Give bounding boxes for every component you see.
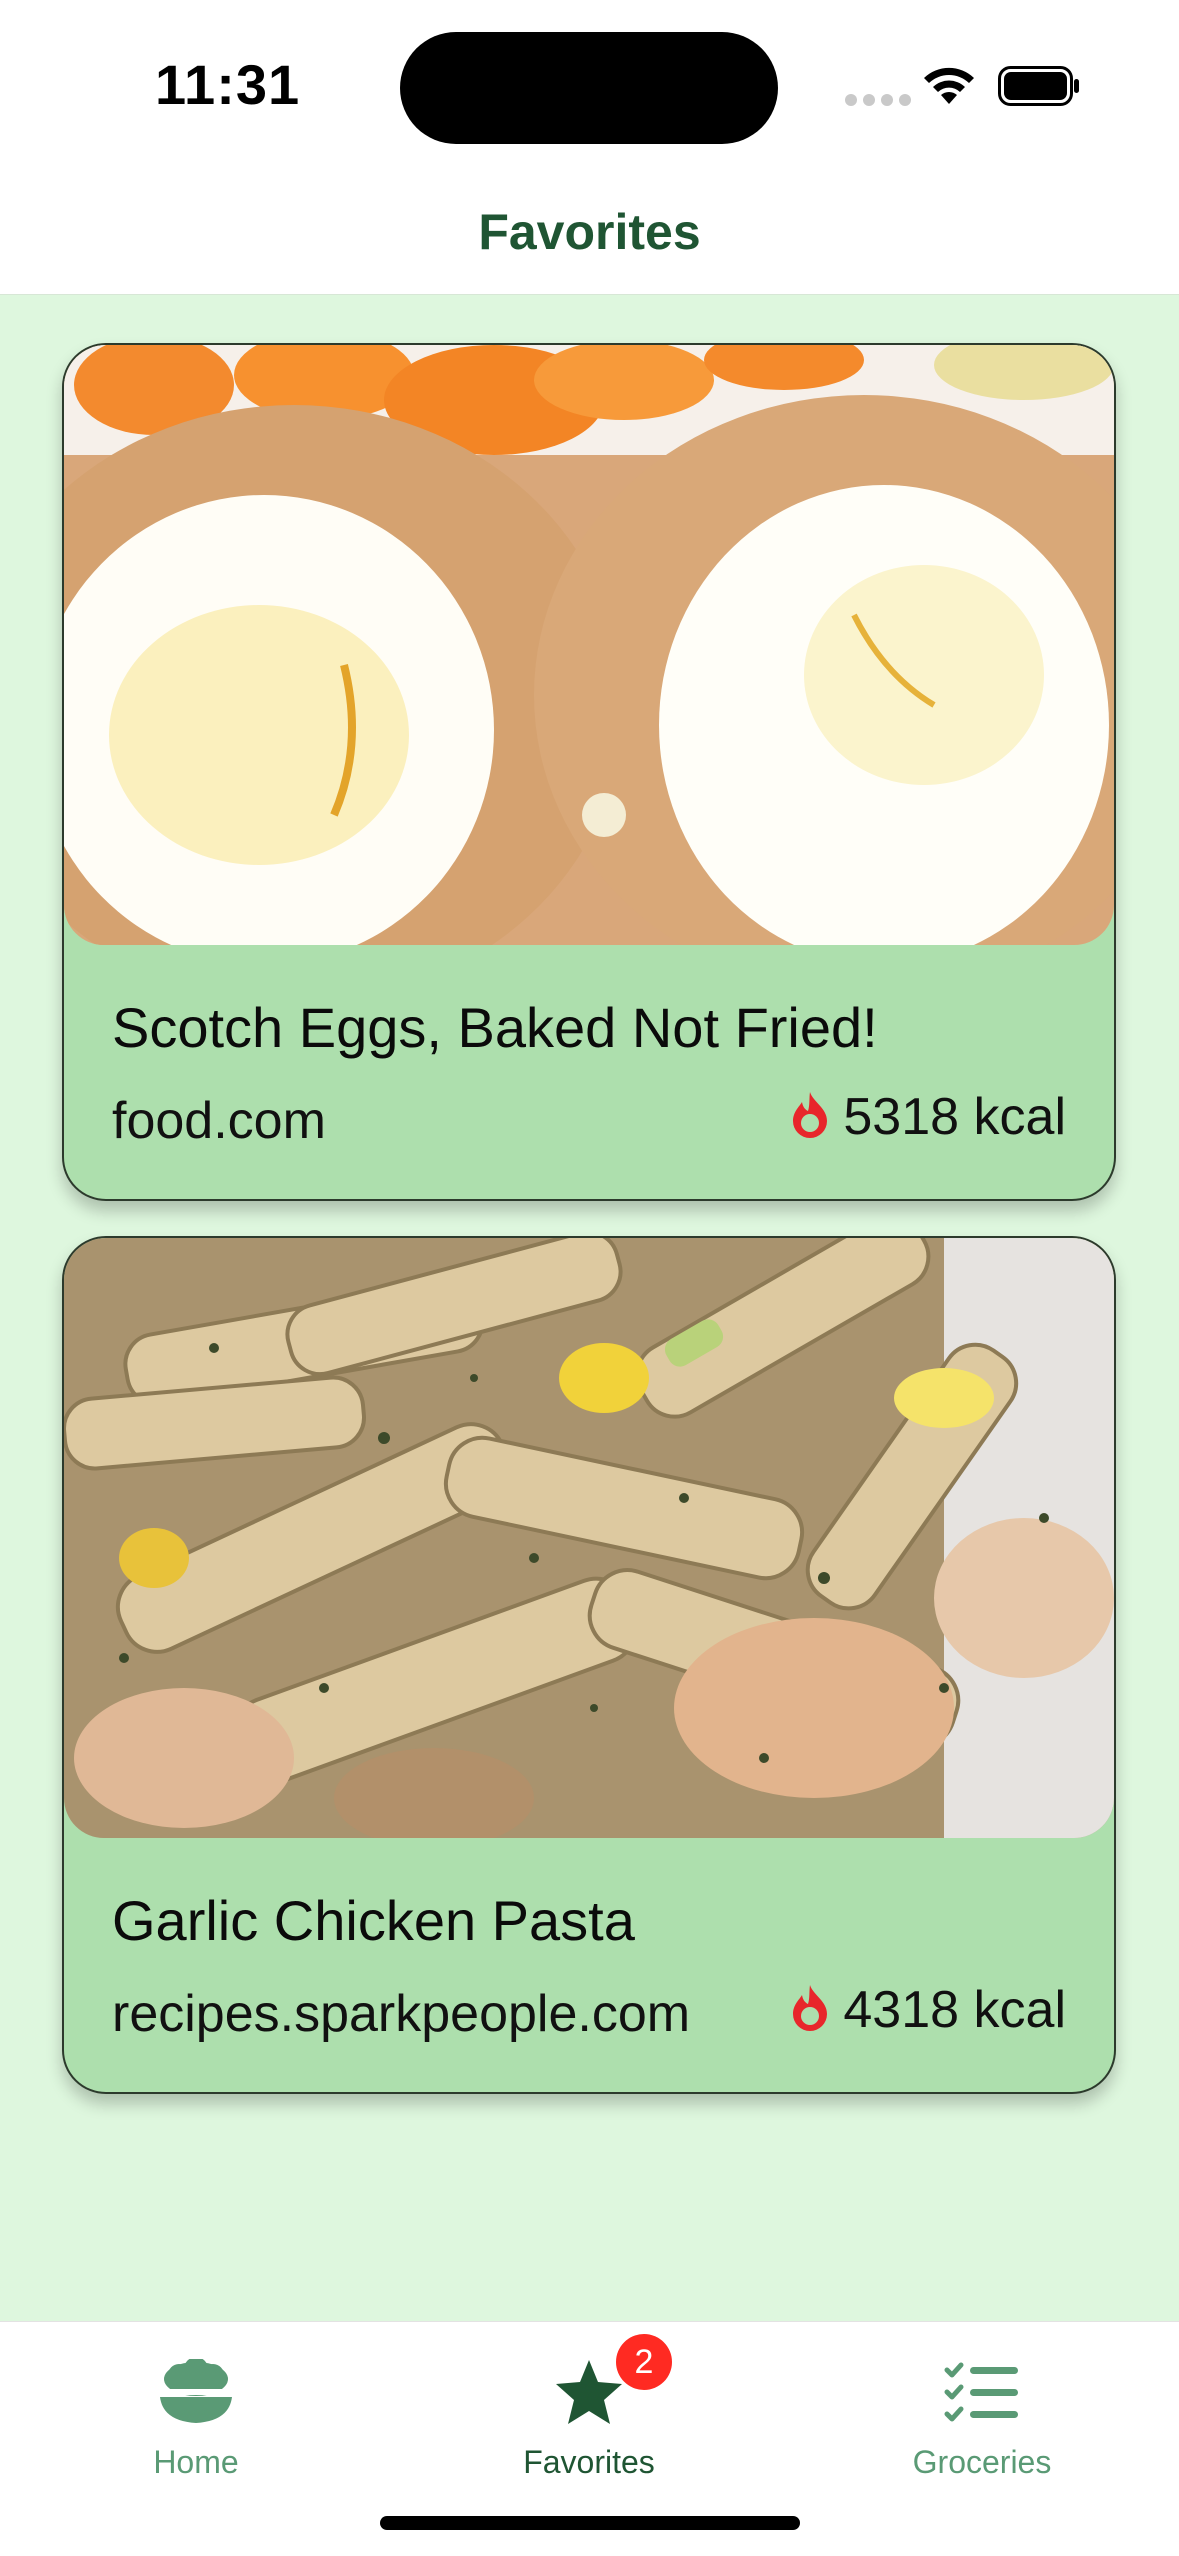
tab-label: Groceries	[912, 2444, 1052, 2480]
bowl-icon	[157, 2352, 235, 2432]
battery-icon	[998, 66, 1080, 111]
star-icon: 2	[554, 2334, 672, 2432]
flame-icon	[789, 1983, 831, 2038]
navigation-bar: Favorites	[0, 170, 1179, 295]
tab-label: Favorites	[523, 2444, 655, 2480]
recipe-title: Scotch Eggs, Baked Not Fried!	[112, 996, 878, 1059]
calories-info: 4318 kcal	[789, 1980, 1066, 2040]
status-bar: 11:31	[0, 0, 1179, 170]
calories-info: 5318 kcal	[789, 1087, 1066, 1147]
tab-favorites[interactable]: 2 Favorites	[459, 2334, 719, 2481]
page-title: Favorites	[478, 204, 701, 260]
tab-label: Home	[153, 2444, 239, 2480]
recipe-source: recipes.sparkpeople.com	[112, 1985, 691, 2043]
tab-groceries[interactable]: Groceries	[852, 2352, 1112, 2481]
cellular-signal-icon	[845, 94, 911, 106]
recipe-source: food.com	[112, 1092, 326, 1150]
recipe-card[interactable]: Garlic Chicken Pasta recipes.sparkpeople…	[62, 1236, 1116, 2094]
pasta-photo	[64, 1238, 1114, 1838]
recipe-card[interactable]: Scotch Eggs, Baked Not Fried! food.com 5…	[62, 343, 1116, 1201]
favorites-list: Scotch Eggs, Baked Not Fried! food.com 5…	[0, 295, 1179, 2321]
recipe-title: Garlic Chicken Pasta	[112, 1889, 635, 1952]
home-indicator[interactable]	[380, 2516, 800, 2530]
checklist-icon	[944, 2352, 1020, 2432]
calories-value: 4318 kcal	[843, 1981, 1066, 2039]
status-time: 11:31	[155, 53, 301, 116]
flame-icon	[789, 1090, 831, 1145]
dynamic-island	[400, 32, 778, 144]
tab-home[interactable]: Home	[66, 2352, 326, 2481]
scotch-eggs-photo	[64, 345, 1114, 945]
favorites-badge: 2	[616, 2334, 672, 2390]
calories-value: 5318 kcal	[843, 1088, 1066, 1146]
wifi-icon	[920, 62, 978, 111]
